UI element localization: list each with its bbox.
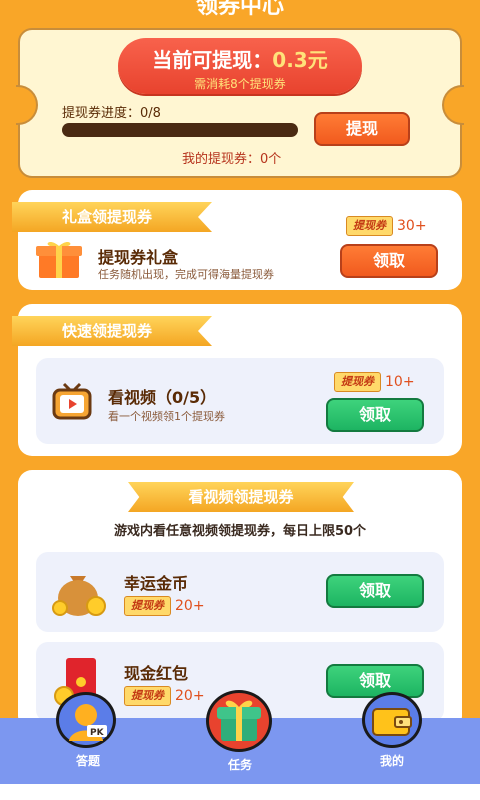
ticket-tag: 提现券 <box>124 596 171 616</box>
wallet-icon[interactable] <box>362 692 422 748</box>
coin-claim-button[interactable]: 领取 <box>326 574 424 608</box>
gift-item-subtitle: 任务随机出现，完成可得海量提现券 <box>98 268 274 281</box>
video-item-subtitle: 看一个视频领1个提现券 <box>108 410 225 423</box>
ticket-notch-right <box>442 85 464 125</box>
nav-item-task[interactable]: 任务 <box>212 756 268 773</box>
video-task-row: 看视频（0/5） 看一个视频领1个提现券 提现券 10+ 领取 <box>36 358 444 444</box>
redpacket-claim-button[interactable]: 领取 <box>326 664 424 698</box>
redpacket-item-badge: 提现券 20+ <box>124 686 205 706</box>
gift-claim-button[interactable]: 领取 <box>340 244 438 278</box>
coin-item-badge: 提现券 20+ <box>124 596 205 616</box>
ticket-tag: 提现券 <box>334 372 381 392</box>
gift-task-icon[interactable] <box>206 690 272 752</box>
ticket-count: 20+ <box>175 688 205 704</box>
fast-section-ribbon: 快速领提现券 <box>12 316 212 346</box>
redpacket-item-title: 现金红包 <box>124 664 189 683</box>
pk-quiz-icon[interactable]: PK <box>56 692 116 748</box>
video-item-title: 看视频（0/5） <box>108 388 217 407</box>
ticket-notch-left <box>16 85 38 125</box>
amount-value: 0.3元 <box>272 48 328 72</box>
ticket-count: 10+ <box>385 374 415 390</box>
money-bag-icon <box>52 576 106 616</box>
coin-item-title: 幸运金币 <box>124 574 189 593</box>
page-title: 领券中心 <box>195 0 284 19</box>
video-section-banner: 看视频领提现券 <box>128 482 354 512</box>
need-text: 需消耗8个提现券 <box>194 77 286 91</box>
nav-item-quiz[interactable]: 答题 <box>60 752 116 769</box>
video-section-note: 游戏内看任意视频领提现券，每日上限50个 <box>113 524 367 539</box>
gift-section-ribbon: 礼盒领提现券 <box>12 202 212 232</box>
gift-section-card: 礼盒领提现券 提现券礼盒 任务随机出现，完成可得海量提现券 提现券 30+ 领取 <box>12 190 462 290</box>
video-claim-button[interactable]: 领取 <box>326 398 424 432</box>
gift-item-title: 提现券礼盒 <box>98 248 179 267</box>
withdraw-amount-pill: 当前可提现：0.3元 需消耗8个提现券 <box>118 38 362 94</box>
gift-item-badge: 提现券 30+ <box>346 216 427 236</box>
withdraw-button[interactable]: 提现 <box>314 112 410 146</box>
progress-bar <box>62 123 298 137</box>
progress-label: 提现券进度：0/8 <box>62 106 161 121</box>
svg-text:PK: PK <box>90 728 105 738</box>
ticket-tag: 提现券 <box>124 686 171 706</box>
ticket-count: 20+ <box>175 598 205 614</box>
list-item: 幸运金币 提现券 20+ 领取 <box>36 552 444 632</box>
gift-box-icon <box>36 241 82 278</box>
video-item-badge: 提现券 10+ <box>334 372 415 392</box>
tv-icon <box>52 382 92 420</box>
amount-label: 当前可提现： <box>152 48 273 72</box>
ticket-tag: 提现券 <box>346 216 393 236</box>
system-navigation-bar <box>0 784 480 800</box>
withdraw-card: 当前可提现：0.3元 需消耗8个提现券 提现券进度：0/8 提现 我的提现券：0… <box>16 28 464 178</box>
nav-item-mine[interactable]: 我的 <box>364 752 420 769</box>
fast-section-card: 快速领提现券 看视频（0/5） 看一个视频领1个提现券 提现券 10+ 领取 <box>12 304 462 456</box>
ticket-count: 30+ <box>397 218 427 234</box>
my-tickets-count: 我的提现券：0个 <box>182 152 282 167</box>
